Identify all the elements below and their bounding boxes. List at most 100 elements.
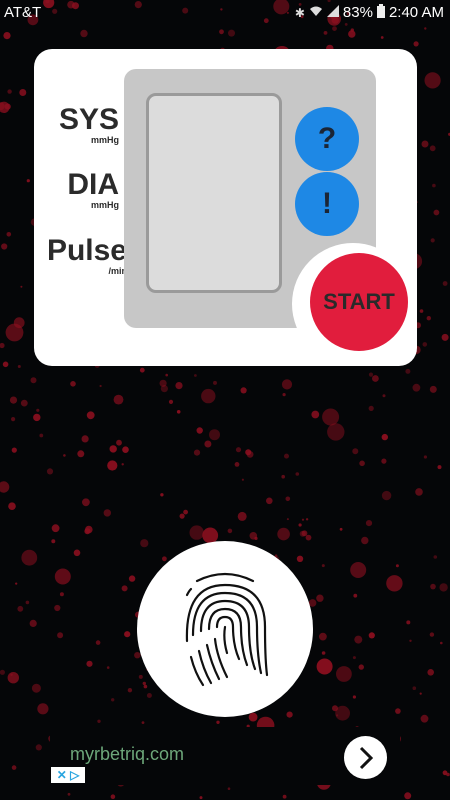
background-dot [183,509,189,515]
background-dot [110,794,116,799]
background-dot [11,447,17,453]
background-dot [193,449,201,456]
ad-url[interactable]: myrbetriq.com [70,744,184,765]
chevron-right-icon[interactable] [344,736,387,779]
background-dot [35,744,42,751]
background-dot [63,454,66,457]
battery-icon [376,4,385,21]
clock: 2:40 AM [388,4,444,21]
background-dot [286,518,289,521]
background-dot [249,532,258,540]
background-dot [201,388,216,404]
background-dot [419,309,424,313]
background-dot [395,708,401,714]
background-dot [386,575,403,592]
background-dot [213,380,217,385]
adchoices-icon[interactable]: ✕ ▷ [51,767,85,783]
signal-icon [326,5,339,20]
background-dot [0,342,5,349]
background-dot [5,323,24,342]
background-dot [99,384,102,388]
background-dot [441,333,449,341]
background-dot [26,179,30,183]
background-dot [0,669,5,675]
background-dot [109,445,117,453]
background-dot [121,463,124,466]
background-dot [51,524,60,533]
background-dot [142,681,146,686]
background-dot [446,772,450,777]
sys-unit: mmHg [90,135,119,145]
background-dot [327,423,345,441]
background-dot [237,511,247,521]
background-dot [209,429,220,441]
background-dot [381,433,388,441]
ad-banner[interactable]: myrbetriq.com [50,727,400,785]
background-dot [319,632,327,641]
background-dot [368,405,374,411]
background-dot [194,374,197,377]
background-dot [196,427,203,434]
background-dot [437,465,442,470]
pulse-unit: /min [108,266,127,276]
background-dot [81,435,89,443]
background-dot [31,683,41,693]
start-button[interactable]: START [310,253,408,351]
background-dot [282,794,287,799]
background-dot [423,455,427,459]
background-dot [138,674,143,679]
background-dot [336,714,339,717]
background-dot [7,89,12,94]
background-dot [412,383,421,392]
status-bar: AT&T ✱ 83% 2:40 AM [0,0,450,26]
background-dot [17,605,24,612]
background-dot [1,243,8,250]
background-dot [160,385,168,393]
background-dot [86,411,95,420]
background-dot [7,672,19,684]
background-dot [39,433,44,438]
background-dot [77,450,85,458]
background-dot [51,539,56,544]
background-dot [219,29,224,35]
background-dot [11,417,16,422]
help-button[interactable]: ? [295,107,359,171]
background-dot [442,281,448,286]
background-dot [415,488,423,496]
background-dot [227,528,233,534]
background-dot [33,413,41,422]
background-dot [57,632,64,639]
background-dot [321,564,325,568]
background-dot [336,666,352,682]
background-dot [127,688,133,693]
background-dot [419,692,422,695]
background-dot [282,393,286,397]
background-dot [106,666,110,669]
background-dot [350,28,354,32]
background-dot [266,497,273,505]
info-button[interactable]: ! [295,172,359,236]
background-dot [111,698,115,702]
background-dot [95,640,101,645]
background-dot [430,238,435,243]
background-dot [128,575,136,582]
background-dot [2,361,9,368]
fingerprint-scan-button[interactable] [137,541,313,717]
background-dot [29,619,37,628]
background-dot [240,387,247,394]
adchoices-label: ✕ ▷ [56,768,80,782]
background-dot [248,712,258,722]
background-dot [143,684,148,689]
battery-percent: 83% [342,4,373,21]
background-dot [124,631,131,638]
background-dot [439,583,448,592]
background-dot [19,89,27,96]
background-dot [228,29,235,37]
background-dot [316,658,333,675]
background-dot [432,183,436,188]
background-dot [332,705,338,712]
background-dot [54,568,71,585]
background-dot [321,651,326,655]
background-dot [285,496,291,502]
background-dot [353,593,358,598]
